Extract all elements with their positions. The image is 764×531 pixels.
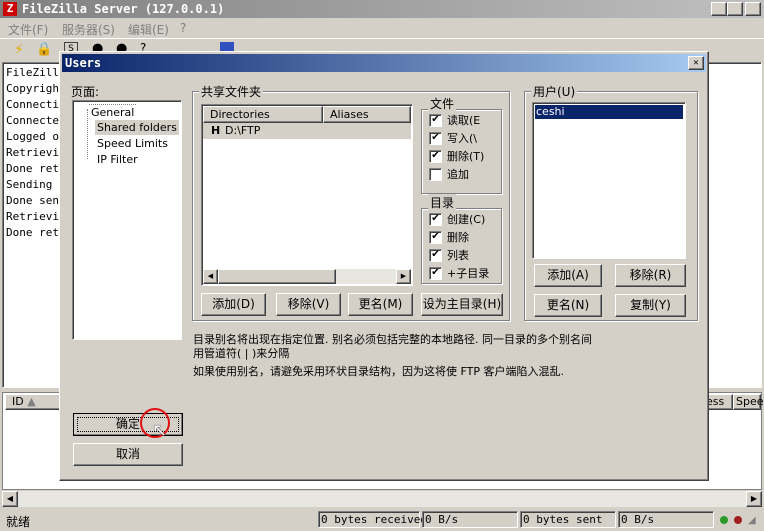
tree-line <box>87 109 88 159</box>
filezilla-logo-icon: Z <box>3 2 17 16</box>
checkbox-label: 删除 <box>447 231 469 244</box>
remove-directory-button[interactable]: 移除(V) <box>276 293 341 316</box>
status-bytes-received: 0 bytes received <box>318 511 427 528</box>
conn-header-id[interactable]: ID ▲ <box>5 394 65 410</box>
minimize-button[interactable]: _ <box>711 2 727 16</box>
maximize-button[interactable]: □ <box>727 2 743 16</box>
checkbox[interactable]: ✔ <box>429 113 442 127</box>
list-scroll-thumb[interactable] <box>218 269 336 284</box>
checkbox-label: 删除(T) <box>447 150 485 163</box>
directory-list: Directories Aliases H D:\FTP ◀ ▶ <box>201 104 413 286</box>
checkbox[interactable]: ✔ <box>429 248 442 262</box>
checkbox[interactable]: ✔ <box>429 266 442 280</box>
menu-bar: 文件(F) 服务器(S) 编辑(E) ? <box>0 18 764 38</box>
checkbox-label: 写入(\ <box>447 132 477 145</box>
page-item-ip-filter[interactable]: IP Filter <box>95 152 140 167</box>
perm-checkbox-row[interactable]: ✔ 读取(E <box>429 112 480 128</box>
connect-icon[interactable]: ⚡ <box>14 42 24 58</box>
checkbox[interactable]: ✔ <box>429 149 442 163</box>
perm-checkbox-row[interactable]: ✔ 创建(C) <box>429 211 485 227</box>
alias-note-line3: 如果使用别名，请避免采用环状目录结构，因为这将使 FTP 客户端陷入混乱. <box>193 365 564 378</box>
checkbox[interactable] <box>429 167 442 181</box>
checkbox-label: 列表 <box>447 249 469 262</box>
perm-checkbox-row[interactable]: ✔ 删除 <box>429 229 469 245</box>
perm-checkbox-row[interactable]: 追加 <box>429 166 469 182</box>
perm-checkbox-row[interactable]: ✔ 删除(T) <box>429 148 484 164</box>
checkbox-label: 读取(E <box>447 114 481 127</box>
shared-folders-label: 共享文件夹 <box>199 83 264 100</box>
resize-grip-icon[interactable]: ◢ <box>748 515 756 526</box>
rename-directory-button[interactable]: 更名(M) <box>348 293 413 316</box>
status-bar: 就绪 0 bytes received 0 B/s 0 bytes sent 0… <box>0 509 764 531</box>
checkbox-label: 创建(C) <box>447 213 486 226</box>
list-scroll-left[interactable]: ◀ <box>203 269 218 284</box>
send-led-icon <box>734 516 742 524</box>
status-bytes-sent: 0 bytes sent <box>520 511 616 528</box>
directory-path: D:\FTP <box>225 124 261 137</box>
copy-user-button[interactable]: 复制(Y) <box>615 294 686 317</box>
page-item-speed-limits[interactable]: Speed Limits <box>95 136 170 151</box>
directory-row[interactable]: H D:\FTP <box>203 123 411 139</box>
main-title-bar: Z FileZilla Server (127.0.0.1) _ □ ✕ <box>0 0 764 18</box>
col-directories[interactable]: Directories <box>203 106 323 123</box>
users-list: ceshi <box>532 102 686 259</box>
rename-user-button[interactable]: 更名(N) <box>534 294 602 317</box>
files-perm-label: 文件 <box>428 95 457 112</box>
lock-icon[interactable]: 🔒 <box>36 42 52 57</box>
col-aliases[interactable]: Aliases <box>323 106 411 123</box>
user-item[interactable]: ceshi <box>535 105 683 119</box>
home-flag: H <box>211 124 221 137</box>
alias-note-line2: 用管道符( | )来分隔 <box>193 347 290 360</box>
scroll-left-arrow[interactable]: ◀ <box>2 491 18 507</box>
close-button[interactable]: ✕ <box>745 2 761 16</box>
status-sent-rate: 0 B/s <box>618 511 714 528</box>
dialog-title-bar: Users ✕ <box>62 54 706 72</box>
page-item-shared-folders[interactable]: Shared folders <box>95 120 179 135</box>
menu-server[interactable]: 服务器(S) <box>62 21 115 38</box>
menu-help[interactable]: ? <box>180 21 186 35</box>
menu-file[interactable]: 文件(F) <box>8 21 48 38</box>
status-recv-rate: 0 B/s <box>422 511 518 528</box>
recv-led-icon <box>720 516 728 524</box>
status-ready: 就绪 <box>6 515 31 529</box>
cancel-button[interactable]: 取消 <box>73 443 183 466</box>
list-scroll-right[interactable]: ▶ <box>396 269 411 284</box>
perm-checkbox-row[interactable]: ✔ 写入(\ <box>429 130 477 146</box>
dirs-perm-label: 目录 <box>428 194 457 211</box>
checkbox-label: +子目录 <box>447 267 490 280</box>
mouse-cursor-icon: ↖ <box>152 420 168 441</box>
dialog-close-button[interactable]: ✕ <box>688 56 704 70</box>
list-hscrollbar[interactable]: ◀ ▶ <box>203 269 411 284</box>
conn-header-speed[interactable]: Spee <box>733 394 764 410</box>
checkbox-label: 追加 <box>447 168 469 181</box>
page-item-general[interactable]: General <box>89 104 137 119</box>
sort-arrow-icon: ▲ <box>27 395 36 408</box>
perm-checkbox-row[interactable]: ✔ +子目录 <box>429 265 489 281</box>
page-label: 页面: <box>71 85 100 99</box>
menu-edit[interactable]: 编辑(E) <box>128 21 169 38</box>
checkbox[interactable]: ✔ <box>429 131 442 145</box>
main-window-title: FileZilla Server (127.0.0.1) <box>22 2 225 16</box>
scroll-right-arrow[interactable]: ▶ <box>746 491 762 507</box>
remove-user-button[interactable]: 移除(R) <box>615 264 686 287</box>
perm-checkbox-row[interactable]: ✔ 列表 <box>429 247 469 263</box>
dialog-title: Users <box>65 56 102 70</box>
set-home-directory-button[interactable]: 设为主目录(H) <box>421 293 503 316</box>
checkbox[interactable]: ✔ <box>429 230 442 244</box>
users-dialog: Users ✕ 页面: General Shared folders Speed… <box>59 51 709 481</box>
page-tree: General Shared folders Speed Limits IP F… <box>72 100 182 340</box>
add-user-button[interactable]: 添加(A) <box>534 264 602 287</box>
bottom-scrollbar[interactable]: ◀ ▶ <box>2 491 762 507</box>
add-directory-button[interactable]: 添加(D) <box>201 293 266 316</box>
users-label: 用户(U) <box>531 83 578 100</box>
checkbox[interactable]: ✔ <box>429 212 442 226</box>
